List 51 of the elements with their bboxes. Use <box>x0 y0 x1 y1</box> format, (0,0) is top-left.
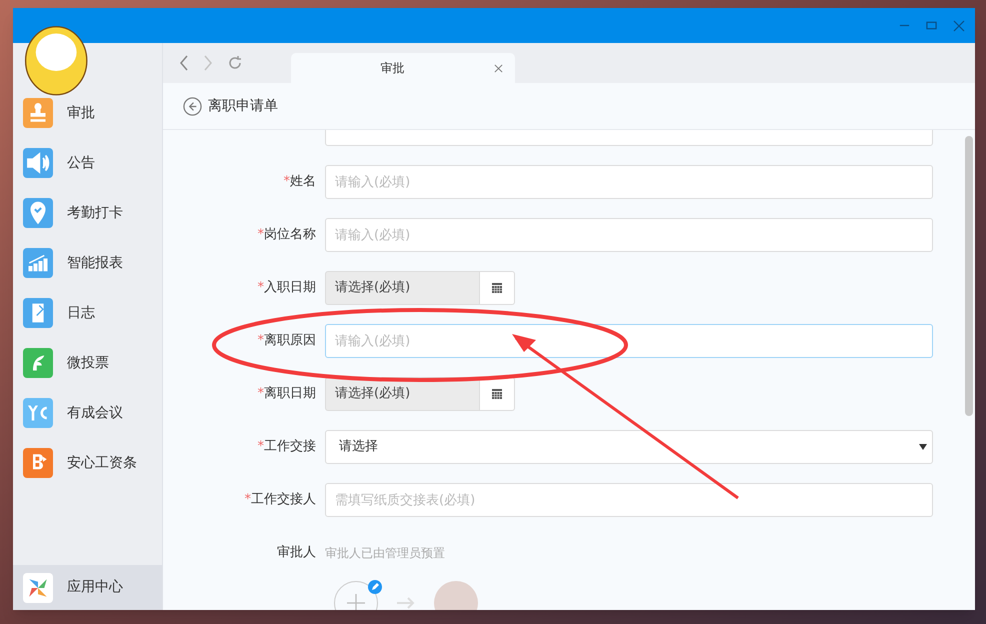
speaker-icon <box>23 148 53 178</box>
back-circle-icon[interactable] <box>183 96 202 116</box>
back-icon[interactable] <box>179 55 189 71</box>
stamp-icon <box>23 98 53 128</box>
calendar-icon <box>491 388 503 400</box>
dropdown-caret-icon <box>919 444 927 450</box>
page-title: 离职申请单 <box>208 96 278 116</box>
reload-icon[interactable] <box>227 55 243 71</box>
vote-icon <box>23 348 53 378</box>
chart-icon <box>23 248 53 278</box>
scrollbar-thumb[interactable] <box>965 136 973 416</box>
sidebar-item[interactable]: 微投票 <box>13 338 162 388</box>
sidebar-item[interactable]: 应用中心 <box>13 565 162 610</box>
date-field[interactable]: 请选择(必填) <box>325 271 480 305</box>
field-label: 审批人 <box>277 544 316 562</box>
select-field[interactable]: 请选择 <box>325 430 933 464</box>
sidebar-item[interactable]: 审批 <box>13 88 162 138</box>
pay-icon <box>23 448 53 478</box>
approver-note: 审批人已由管理员预置 <box>325 545 445 562</box>
sidebar-item[interactable]: 考勤打卡 <box>13 188 162 238</box>
arrow-right-icon <box>396 596 416 610</box>
text-field[interactable]: 需填写纸质交接表(必填) <box>325 483 933 517</box>
close-icon[interactable] <box>953 20 965 32</box>
text-field[interactable]: 请输入(必填) <box>325 324 933 358</box>
field-label: *离职日期 <box>258 385 316 404</box>
field-label: *姓名 <box>284 173 316 192</box>
text-field[interactable]: 请输入(必填) <box>325 218 933 252</box>
note-icon <box>23 298 53 328</box>
sidebar-item[interactable]: 智能报表 <box>13 238 162 288</box>
calendar-icon <box>491 282 503 294</box>
field-label: *工作交接人 <box>244 491 316 510</box>
plus-icon <box>346 593 366 610</box>
text-field[interactable]: 请输入(必填) <box>325 165 933 199</box>
calendar-button[interactable] <box>480 271 515 305</box>
pinwheel-icon <box>23 572 53 602</box>
sidebar-item[interactable]: 日志 <box>13 288 162 338</box>
calendar-button[interactable] <box>480 377 515 411</box>
sidebar-item[interactable]: 有成会议 <box>13 388 162 438</box>
maximize-icon[interactable] <box>926 20 937 31</box>
close-tab-icon[interactable] <box>494 64 503 72</box>
field-label: *入职日期 <box>258 279 316 298</box>
field-label: *工作交接 <box>258 438 316 456</box>
sidebar-item[interactable]: 公告 <box>13 138 162 188</box>
meeting-icon <box>23 398 53 428</box>
tab[interactable]: 审批 <box>291 53 515 83</box>
sidebar-item[interactable]: 安心工资条 <box>13 438 162 488</box>
edit-badge-icon <box>368 580 382 594</box>
field-label: *岗位名称 <box>258 226 316 244</box>
forward-icon[interactable] <box>203 55 213 71</box>
field-label: *离职原因 <box>258 332 316 350</box>
pin-icon <box>23 198 53 228</box>
